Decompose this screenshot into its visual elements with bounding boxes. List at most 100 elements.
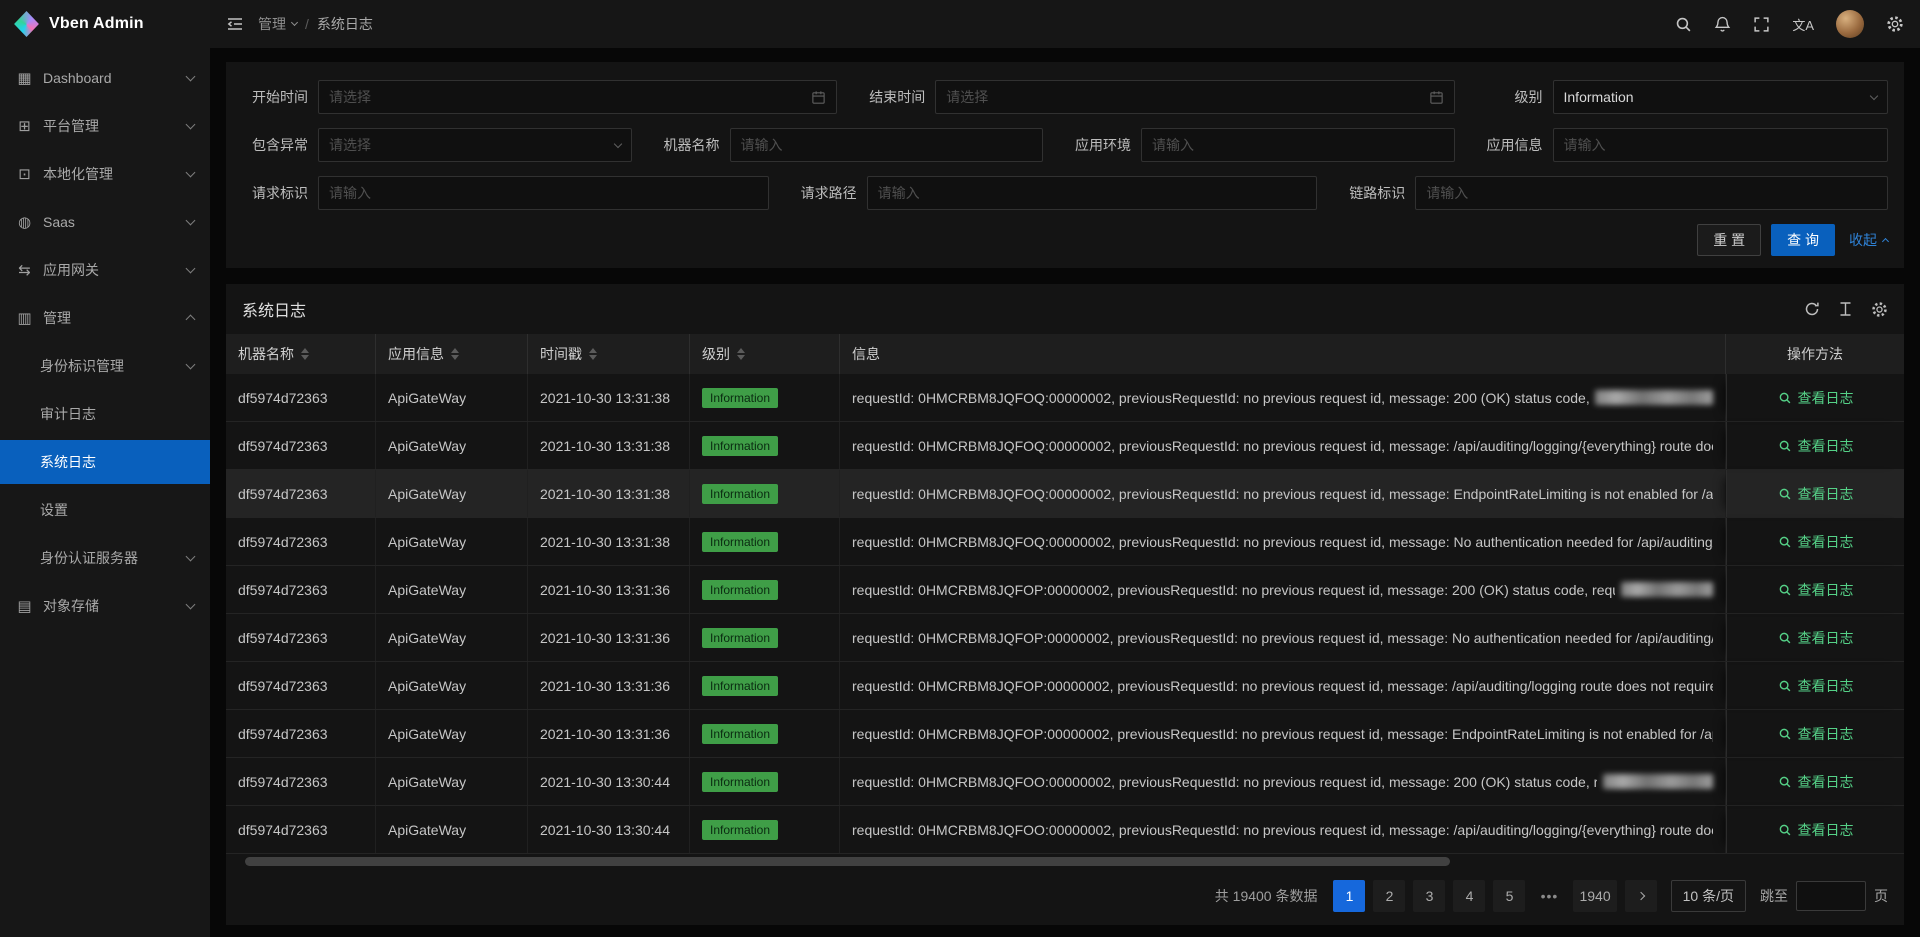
jump-page-input[interactable] [1796, 881, 1866, 911]
avatar[interactable] [1836, 10, 1864, 38]
sidebar-item-admin[interactable]: ▥管理 [0, 296, 210, 340]
cell-app: ApiGateWay [376, 806, 528, 853]
cell-machine: df5974d72363 [226, 518, 376, 565]
log-message: requestId: 0HMCRBM8JQFOQ:00000002, previ… [852, 486, 1713, 502]
row-height-icon[interactable] [1838, 301, 1853, 317]
view-log-link[interactable]: 查看日志 [1778, 388, 1854, 408]
filter-level: 级别 Information [1477, 80, 1889, 114]
view-log-link[interactable]: 查看日志 [1778, 820, 1854, 840]
cell-timestamp: 2021-10-30 13:31:38 [528, 470, 690, 517]
cell-app: ApiGateWay [376, 518, 528, 565]
view-log-link[interactable]: 查看日志 [1778, 772, 1854, 792]
page-button-5[interactable]: 5 [1493, 880, 1525, 912]
settings-gear-icon[interactable] [1886, 15, 1904, 33]
cell-app: ApiGateWay [376, 710, 528, 757]
sidebar-item-platform[interactable]: ⊞平台管理 [0, 104, 210, 148]
sidebar-item-auth-server[interactable]: 身份认证服务器 [0, 536, 210, 580]
request-path-input[interactable] [878, 185, 1307, 201]
page-button-3[interactable]: 3 [1413, 880, 1445, 912]
sidebar-item-audit-logs[interactable]: 审计日志 [0, 392, 210, 436]
sidebar-item-dashboard[interactable]: ▦Dashboard [0, 56, 210, 100]
content-area: 开始时间 请选择 结束时间 请选择 [210, 48, 1920, 937]
view-log-link[interactable]: 查看日志 [1778, 676, 1854, 696]
jump-suffix: 页 [1874, 886, 1888, 906]
filter-request-path: 请求路径 [791, 176, 1340, 210]
sidebar-item-settings[interactable]: 设置 [0, 488, 210, 532]
table-row: df5974d72363ApiGateWay2021-10-30 13:31:3… [226, 710, 1904, 758]
total-count: 共 19400 条数据 [1215, 886, 1318, 906]
cell-message: requestId: 0HMCRBM8JQFOO:00000002, previ… [840, 758, 1726, 805]
sidebar-menu: ▦Dashboard⊞平台管理⊡本地化管理◍Saas⇆应用网关▥管理身份标识管理… [0, 48, 210, 632]
view-log-link[interactable]: 查看日志 [1778, 724, 1854, 744]
cell-machine: df5974d72363 [226, 806, 376, 853]
start-time-label: 开始时间 [242, 87, 318, 107]
request-id-input[interactable] [329, 185, 758, 201]
notification-bell-icon[interactable] [1714, 16, 1731, 33]
trace-id-input[interactable] [1426, 185, 1877, 201]
sidebar-item-label: 对象存储 [43, 596, 177, 616]
level-tag: Information [702, 676, 778, 696]
level-select[interactable]: Information [1553, 80, 1889, 114]
view-log-link[interactable]: 查看日志 [1778, 628, 1854, 648]
page-button-1940[interactable]: 1940 [1573, 880, 1616, 912]
machine-name-input[interactable] [741, 137, 1033, 153]
cell-machine: df5974d72363 [226, 422, 376, 469]
sidebar-item-gateway[interactable]: ⇆应用网关 [0, 248, 210, 292]
sidebar-item-identity[interactable]: 身份标识管理 [0, 344, 210, 388]
page-size-select[interactable]: 10 条/页 [1671, 880, 1746, 912]
search-icon[interactable] [1675, 16, 1692, 33]
filter-trace-id: 链路标识 [1339, 176, 1888, 210]
view-log-link[interactable]: 查看日志 [1778, 484, 1854, 504]
sidebar-item-object-storage[interactable]: ▤对象存储 [0, 584, 210, 628]
column-header-timestamp[interactable]: 时间戳 [528, 334, 690, 374]
translate-icon[interactable]: 文A [1792, 15, 1814, 34]
logo[interactable]: Vben Admin [0, 0, 210, 48]
app-info-input[interactable] [1564, 137, 1878, 153]
view-log-label: 查看日志 [1798, 772, 1854, 792]
reset-button[interactable]: 重 置 [1697, 224, 1761, 256]
chevron-down-icon [186, 600, 196, 610]
search-button[interactable]: 查 询 [1771, 224, 1835, 256]
page-button-2[interactable]: 2 [1373, 880, 1405, 912]
filter-app-info: 应用信息 [1477, 128, 1889, 162]
next-page-button[interactable] [1625, 880, 1657, 912]
start-time-picker[interactable]: 请选择 [318, 80, 837, 114]
view-log-link[interactable]: 查看日志 [1778, 436, 1854, 456]
table-row: df5974d72363ApiGateWay2021-10-30 13:31:3… [226, 470, 1904, 518]
horizontal-scrollbar [228, 857, 1902, 867]
page-button-1[interactable]: 1 [1333, 880, 1365, 912]
end-time-picker[interactable]: 请选择 [935, 80, 1454, 114]
log-message: requestId: 0HMCRBM8JQFOP:00000002, previ… [852, 582, 1615, 598]
refresh-icon[interactable] [1804, 301, 1820, 317]
column-header-machine[interactable]: 机器名称 [226, 334, 376, 374]
cell-app: ApiGateWay [376, 374, 528, 421]
cell-app: ApiGateWay [376, 758, 528, 805]
chevron-right-icon [1636, 892, 1644, 900]
filter-request-id: 请求标识 [242, 176, 791, 210]
sort-icon [301, 348, 309, 360]
sidebar: Vben Admin ▦Dashboard⊞平台管理⊡本地化管理◍Saas⇆应用… [0, 0, 210, 937]
view-log-link[interactable]: 查看日志 [1778, 580, 1854, 600]
level-tag: Information [702, 580, 778, 600]
scrollbar-thumb[interactable] [245, 857, 1450, 866]
collapse-link[interactable]: 收起 [1849, 230, 1888, 250]
view-log-link[interactable]: 查看日志 [1778, 532, 1854, 552]
request-id-label: 请求标识 [242, 183, 318, 203]
column-header-app[interactable]: 应用信息 [376, 334, 528, 374]
app-env-input[interactable] [1152, 137, 1444, 153]
sidebar-item-system-logs[interactable]: 系统日志 [0, 440, 210, 484]
menu-fold-icon[interactable] [226, 15, 244, 33]
table-title: 系统日志 [242, 297, 306, 321]
sidebar-item-saas[interactable]: ◍Saas [0, 200, 210, 244]
column-settings-icon[interactable] [1871, 301, 1888, 318]
breadcrumb-root[interactable]: 管理 [258, 14, 297, 34]
chevron-down-icon [291, 19, 298, 26]
level-label: 级别 [1477, 87, 1553, 107]
page-button-4[interactable]: 4 [1453, 880, 1485, 912]
level-tag: Information [702, 628, 778, 648]
column-header-level[interactable]: 级别 [690, 334, 840, 374]
sidebar-item-localization[interactable]: ⊡本地化管理 [0, 152, 210, 196]
fullscreen-icon[interactable] [1753, 16, 1770, 33]
cell-timestamp: 2021-10-30 13:31:38 [528, 518, 690, 565]
has-exception-select[interactable]: 请选择 [318, 128, 632, 162]
